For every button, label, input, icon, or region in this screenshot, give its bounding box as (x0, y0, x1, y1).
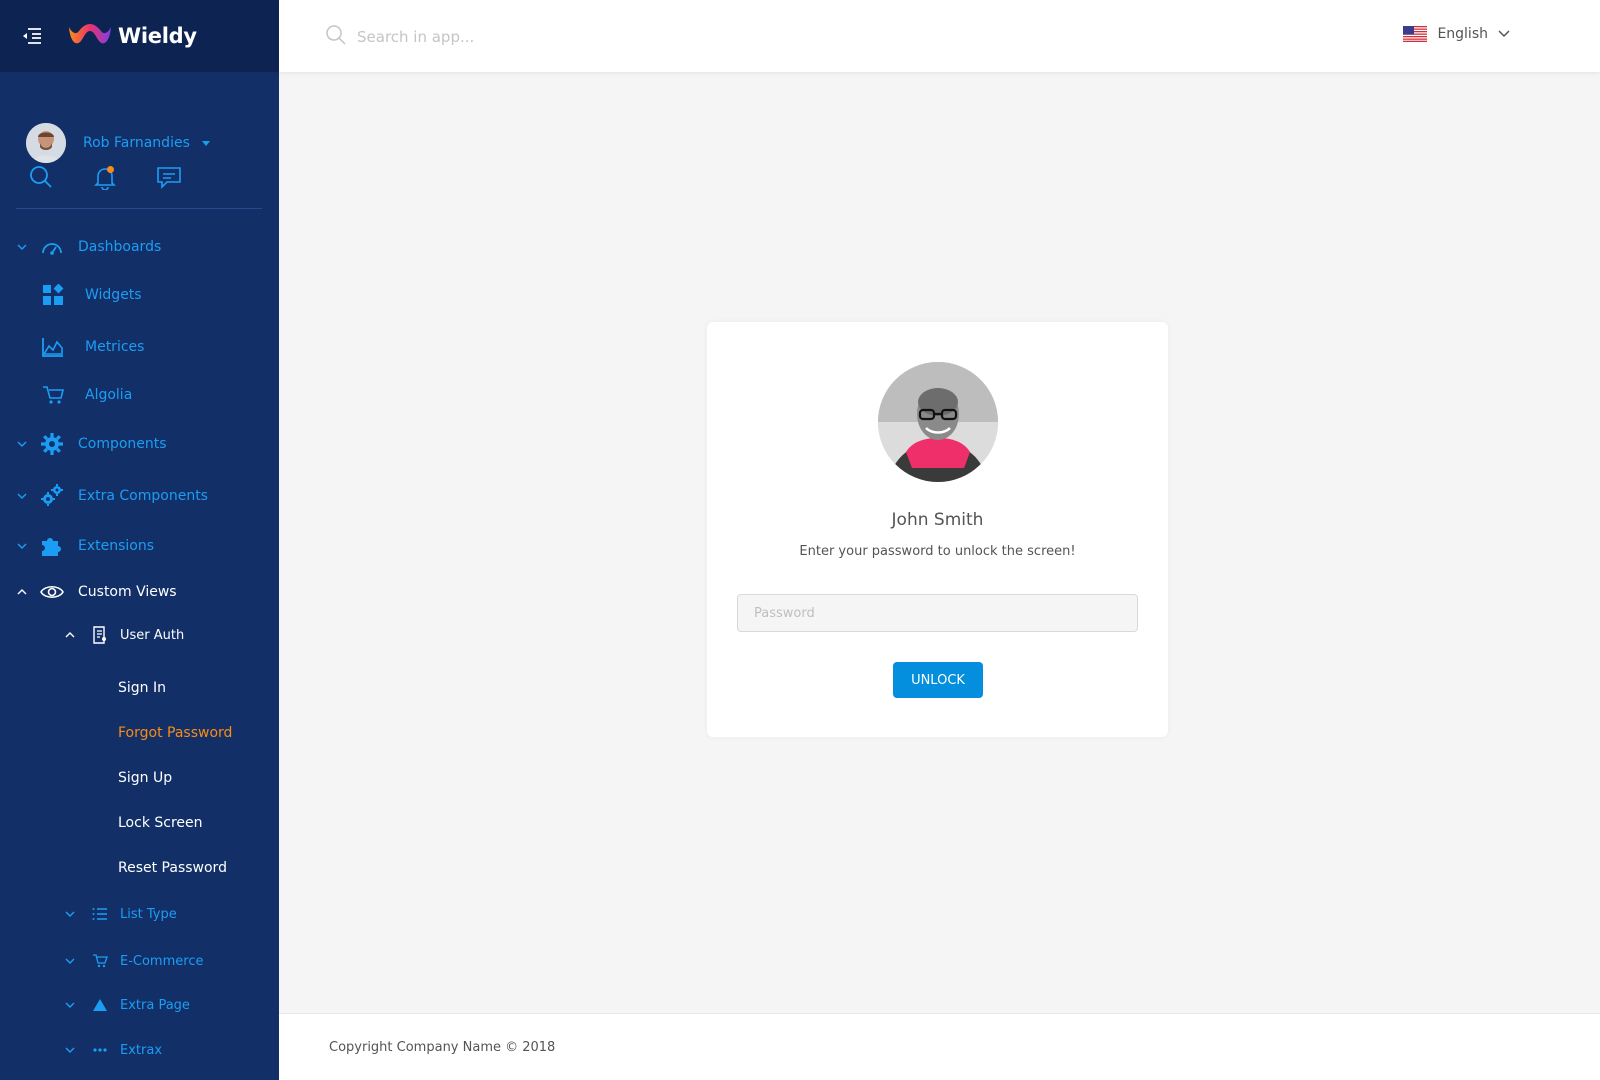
list-icon (88, 902, 112, 926)
brand-logo[interactable]: Wieldy (66, 21, 197, 51)
sidebar-item-label: Metrices (85, 339, 145, 355)
sidebar-item-ecommerce[interactable]: E-Commerce (65, 949, 204, 973)
more-dots-icon (88, 1038, 112, 1062)
brand-name: Wieldy (118, 24, 197, 48)
chevron-down-icon (1498, 30, 1510, 38)
sidebar-item-algolia[interactable]: Algolia (41, 383, 132, 407)
sidebar-item-label: Reset Password (118, 860, 227, 876)
menu-fold-icon[interactable] (22, 24, 46, 48)
sidebar-item-label: Forgot Password (118, 725, 233, 741)
sidebar-item-extra-page[interactable]: Extra Page (65, 993, 190, 1017)
sidebar-item-forgot-password[interactable]: Forgot Password (118, 725, 232, 741)
sidebar-item-label: User Auth (120, 627, 185, 643)
area-chart-icon (41, 335, 65, 359)
sidebar-item-label: Algolia (85, 387, 133, 403)
sidebar-item-dashboards[interactable]: Dashboards (17, 235, 162, 259)
chevron-up-icon (17, 589, 27, 595)
gear-icon (40, 432, 64, 456)
sidebar-item-label: Extra Components (78, 488, 208, 504)
sidebar-item-label: List Type (120, 906, 177, 922)
chevron-down-icon (65, 958, 75, 964)
lock-screen-card: John Smith Enter your password to unlock… (707, 322, 1168, 737)
sidebar-item-label: E-Commerce (120, 953, 204, 969)
lock-user-name: John Smith (891, 510, 984, 530)
chevron-up-icon (65, 632, 75, 638)
sidebar-header: Wieldy (0, 0, 279, 72)
profile-name[interactable]: Rob Farnandies (83, 135, 190, 151)
puzzle-icon (40, 534, 64, 558)
us-flag-icon (1403, 26, 1428, 42)
sidebar-item-label: Custom Views (78, 584, 177, 600)
dashboard-gauge-icon (40, 235, 64, 259)
shopping-cart-icon (88, 949, 112, 973)
chevron-down-icon (17, 441, 27, 447)
chevron-down-icon (65, 1047, 75, 1053)
wieldy-logo-icon (69, 24, 111, 44)
sidebar-divider (16, 208, 262, 209)
search-bar (325, 24, 757, 50)
footer: Copyright Company Name © 2018 (279, 1013, 1600, 1080)
sidebar-item-sign-in[interactable]: Sign In (118, 680, 166, 696)
sidebar-item-label: Extra Page (120, 997, 190, 1013)
notification-bell-icon[interactable] (88, 160, 122, 194)
language-selector[interactable]: English (1403, 26, 1510, 42)
sidebar-item-label: Sign Up (118, 770, 173, 786)
lock-screen-avatar (878, 362, 998, 482)
sidebar-item-metrices[interactable]: Metrices (41, 335, 144, 359)
unlock-hint: Enter your password to unlock the screen… (799, 544, 1076, 559)
warning-triangle-icon (88, 993, 112, 1017)
sidebar-item-label: Extrax (120, 1042, 163, 1058)
notification-dot (107, 166, 114, 173)
sidebar-item-label: Components (78, 436, 167, 452)
sidebar-item-sign-up[interactable]: Sign Up (118, 770, 172, 786)
chevron-down-icon (17, 543, 27, 549)
sidebar-item-label: Sign In (118, 680, 166, 696)
eye-icon (40, 580, 64, 604)
sidebar-item-label: Extensions (78, 538, 155, 554)
avatar[interactable] (26, 123, 66, 163)
sidebar-item-extra-components[interactable]: Extra Components (17, 484, 208, 508)
sidebar-item-list-type[interactable]: List Type (65, 902, 177, 926)
sidebar-item-custom-views[interactable]: Custom Views (17, 580, 177, 604)
sidebar-item-reset-password[interactable]: Reset Password (118, 860, 227, 876)
chevron-down-icon (65, 1002, 75, 1008)
caret-down-icon[interactable] (201, 140, 210, 146)
sidebar-item-label: Dashboards (78, 239, 162, 255)
sidebar-item-user-auth[interactable]: User Auth (65, 623, 185, 647)
sidebar-item-widgets[interactable]: Widgets (41, 283, 142, 307)
widgets-icon (41, 283, 65, 307)
copyright-text: Copyright Company Name © 2018 (329, 1039, 556, 1055)
chevron-down-icon (17, 244, 27, 250)
unlock-button[interactable]: UNLOCK (893, 662, 983, 698)
sidebar-item-extensions[interactable]: Extensions (17, 534, 155, 558)
user-auth-document-icon (88, 623, 112, 647)
search-icon[interactable] (325, 24, 347, 50)
sidebar-item-lock-screen[interactable]: Lock Screen (118, 815, 203, 831)
sidebar-item-label: Widgets (85, 287, 142, 303)
chat-icon[interactable] (152, 160, 186, 194)
chevron-down-icon (65, 911, 75, 917)
sidebar-item-components[interactable]: Components (17, 432, 167, 456)
topbar: English (279, 0, 1600, 72)
sidebar-item-extrax[interactable]: Extrax (65, 1038, 163, 1062)
search-input[interactable] (357, 28, 757, 46)
sidebar-quick-icons (24, 160, 186, 194)
language-label: English (1437, 26, 1488, 42)
shopping-cart-icon (41, 383, 65, 407)
search-icon[interactable] (24, 160, 58, 194)
gears-icon (40, 484, 64, 508)
password-field[interactable] (737, 594, 1138, 632)
sidebar: Wieldy Rob Farnandies Dashboards Widgets (0, 0, 279, 1080)
chevron-down-icon (17, 493, 27, 499)
sidebar-item-label: Lock Screen (118, 815, 203, 831)
